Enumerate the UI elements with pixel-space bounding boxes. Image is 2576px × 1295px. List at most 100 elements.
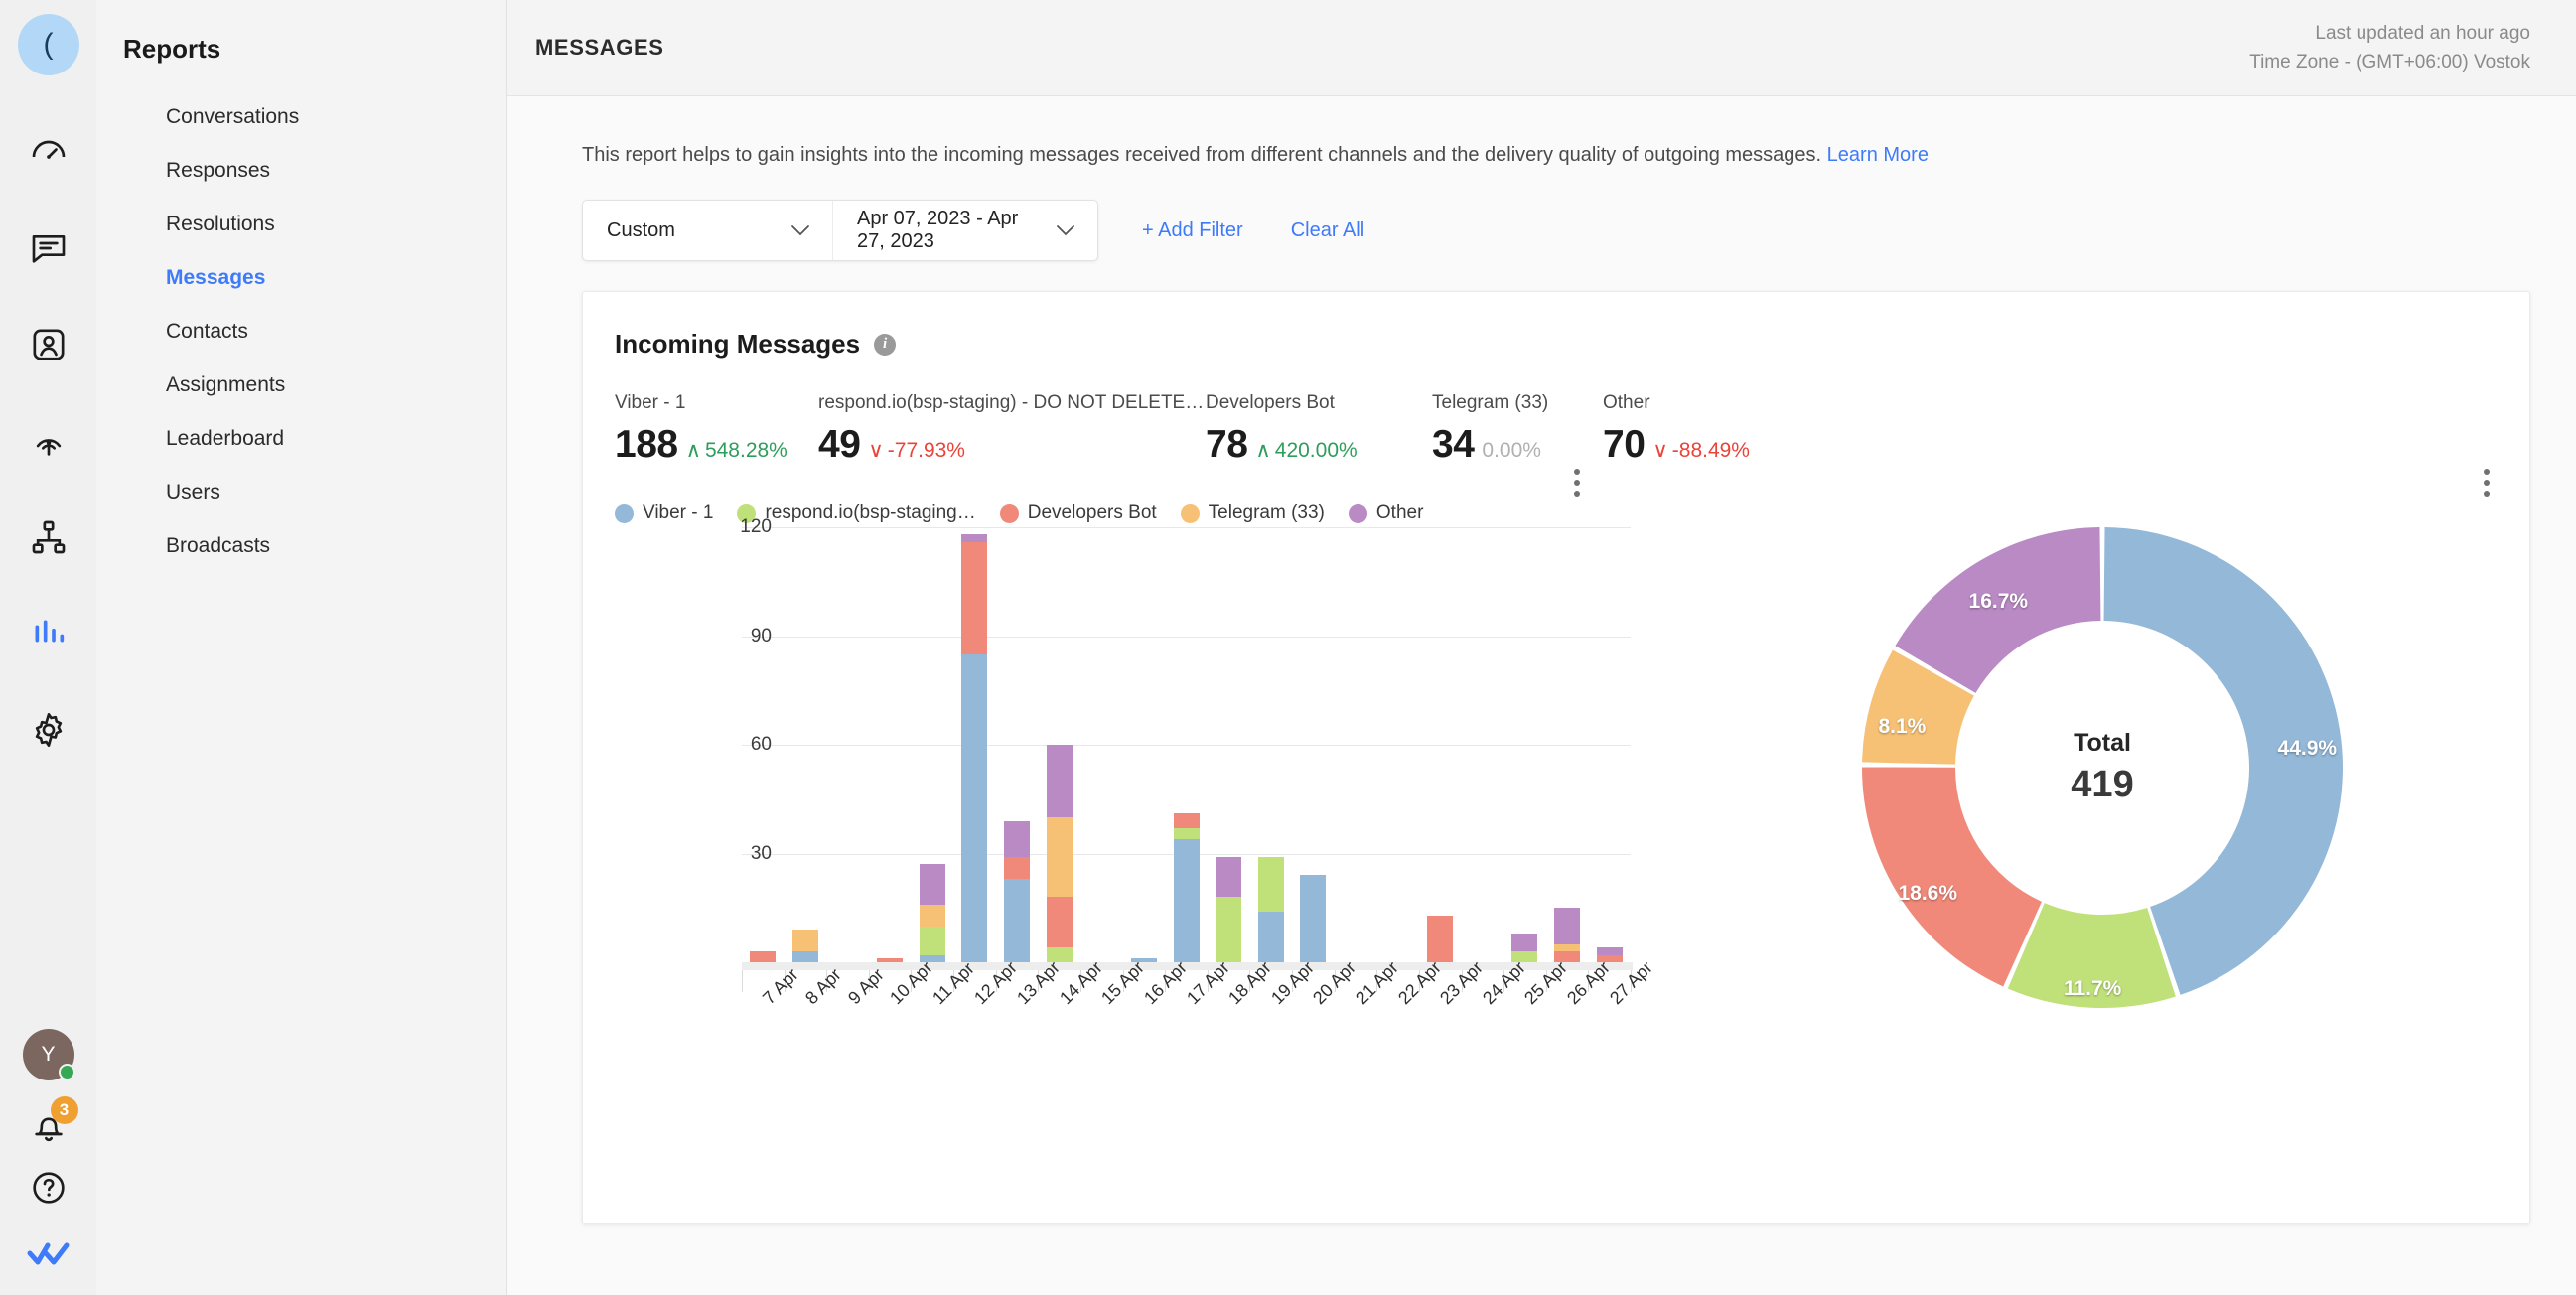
donut-chart-options-menu[interactable]	[2484, 469, 2490, 497]
bar-segment	[1174, 813, 1200, 828]
rail-nav-icons	[0, 103, 96, 778]
filter-bar: Custom Apr 07, 2023 - Apr 27, 2023 + Add…	[535, 167, 2530, 261]
bar-column[interactable]	[1554, 908, 1580, 962]
last-updated-text: Last updated an hour ago	[2249, 19, 2530, 48]
bar-column[interactable]	[1216, 857, 1241, 962]
bar-column[interactable]	[1427, 916, 1453, 962]
chevron-down-icon	[790, 219, 810, 242]
sidebar-item-responses[interactable]: Responses	[96, 144, 506, 198]
bar-column[interactable]	[1004, 821, 1030, 962]
bar-column[interactable]	[792, 930, 818, 962]
kpi-delta: ∧ 420.00%	[1255, 438, 1357, 463]
kpi-delta: 0.00%	[1482, 439, 1541, 463]
sidebar-item-contacts[interactable]: Contacts	[96, 305, 506, 359]
date-filter-group: Custom Apr 07, 2023 - Apr 27, 2023	[582, 200, 1098, 261]
incoming-messages-donut-chart: 44.9%11.7%18.6%8.1%16.7% Total 419	[1675, 505, 2529, 1062]
kpi-delta-text: 0.00%	[1482, 439, 1541, 463]
dashboard-gauge-icon[interactable]	[0, 103, 96, 200]
top-bar: MESSAGES Last updated an hour ago Time Z…	[507, 0, 2576, 96]
bar-segment	[792, 930, 818, 951]
sidebar-item-users[interactable]: Users	[96, 466, 506, 519]
card-title-text: Incoming Messages	[615, 329, 860, 360]
incoming-messages-bar-chart: 0306090120 7 Apr8 Apr9 Apr10 Apr11 Apr12…	[593, 505, 1675, 1062]
double-check-logo-icon	[26, 1238, 72, 1273]
help-question-icon[interactable]	[29, 1168, 69, 1213]
bar-column[interactable]	[750, 951, 776, 962]
bar-segment	[920, 905, 945, 927]
bar-segment	[1258, 912, 1284, 962]
date-range-select[interactable]: Apr 07, 2023 - Apr 27, 2023	[833, 201, 1097, 260]
bar-column[interactable]	[920, 864, 945, 962]
info-icon[interactable]: i	[874, 334, 896, 356]
workspace-logo[interactable]: (	[18, 14, 79, 75]
content-area: This report helps to gain insights into …	[507, 96, 2576, 1295]
settings-gear-icon[interactable]	[0, 681, 96, 778]
bar-segment	[1174, 839, 1200, 962]
bar-column[interactable]	[1258, 857, 1284, 962]
kpi-delta: ∧ 548.28%	[686, 438, 787, 463]
sidebar-nav-list: Conversations Responses Resolutions Mess…	[96, 90, 506, 573]
bar-segment	[1597, 947, 1623, 954]
sidebar-item-conversations[interactable]: Conversations	[96, 90, 506, 144]
bar-column[interactable]	[1300, 875, 1326, 962]
kpi-label: Viber - 1	[615, 392, 818, 414]
add-filter-button[interactable]: + Add Filter	[1142, 219, 1243, 242]
kpi-label: Other	[1603, 392, 1801, 414]
bar-segment	[1258, 857, 1284, 912]
bar-segment	[1427, 916, 1453, 962]
bar-column[interactable]	[1174, 813, 1200, 962]
sidebar-title: Reports	[96, 0, 506, 65]
sidebar-item-assignments[interactable]: Assignments	[96, 359, 506, 412]
contacts-person-icon[interactable]	[0, 296, 96, 392]
sidebar-item-messages[interactable]: Messages	[96, 251, 506, 305]
x-axis-tick	[742, 970, 743, 992]
kpi-delta: ∨ -77.93%	[868, 438, 965, 463]
bar-segment	[1004, 821, 1030, 858]
broadcasts-antenna-icon[interactable]	[0, 392, 96, 489]
kpi-value: 78	[1206, 423, 1247, 467]
bar-segment	[1047, 817, 1073, 897]
card-title: Incoming Messages i	[583, 292, 2529, 360]
messages-chat-icon[interactable]	[0, 200, 96, 296]
bar-segment	[1300, 875, 1326, 962]
timezone-text: Time Zone - (GMT+06:00) Vostok	[2249, 48, 2530, 76]
sidebar-item-resolutions[interactable]: Resolutions	[96, 198, 506, 251]
bar-segment	[1004, 879, 1030, 962]
reports-bars-icon[interactable]	[0, 585, 96, 681]
report-description: This report helps to gain insights into …	[535, 96, 2530, 167]
avatar[interactable]: Y	[23, 1029, 74, 1080]
charts-container: 0306090120 7 Apr8 Apr9 Apr10 Apr11 Apr12…	[583, 505, 2529, 1062]
kpi-respondio: respond.io(bsp-staging) - DO NOT DELETE …	[818, 392, 1206, 467]
bar-segment	[877, 958, 903, 962]
chevron-down-icon	[1056, 219, 1075, 242]
kpi-delta-text: -77.93%	[888, 439, 965, 463]
avatar-initial: Y	[41, 1043, 55, 1067]
workflows-hierarchy-icon[interactable]	[0, 489, 96, 585]
donut-slice-percent-label: 16.7%	[1969, 590, 2029, 614]
bar-chart-options-menu[interactable]	[1574, 469, 1580, 497]
notification-badge: 3	[51, 1096, 78, 1124]
rail-footer: Y 3	[0, 1029, 96, 1295]
kpi-value: 70	[1603, 423, 1645, 467]
kpi-delta-text: 420.00%	[1275, 439, 1358, 463]
notifications-bell-icon[interactable]: 3	[21, 1098, 76, 1154]
bar-column[interactable]	[877, 958, 903, 962]
donut-slice-percent-label: 18.6%	[1898, 882, 1957, 906]
learn-more-link[interactable]: Learn More	[1827, 144, 1929, 166]
sidebar-item-broadcasts[interactable]: Broadcasts	[96, 519, 506, 573]
bar-column[interactable]	[1047, 745, 1073, 962]
date-preset-select[interactable]: Custom	[583, 201, 833, 260]
bar-segment	[1047, 897, 1073, 947]
donut-slice-percent-label: 44.9%	[2278, 737, 2338, 761]
clear-all-button[interactable]: Clear All	[1291, 219, 1364, 242]
page-title: MESSAGES	[535, 35, 664, 61]
sidebar-item-leaderboard[interactable]: Leaderboard	[96, 412, 506, 466]
bar-column[interactable]	[961, 534, 987, 962]
kpi-value: 34	[1432, 423, 1474, 467]
donut-total-value: 419	[2071, 764, 2133, 806]
main-area: MESSAGES Last updated an hour ago Time Z…	[507, 0, 2576, 1295]
donut-center: Total 419	[2071, 729, 2133, 806]
kpi-label: respond.io(bsp-staging) - DO NOT DELETE …	[818, 392, 1206, 414]
online-status-dot	[59, 1064, 75, 1080]
reports-sidebar: Reports Conversations Responses Resoluti…	[96, 0, 507, 1295]
